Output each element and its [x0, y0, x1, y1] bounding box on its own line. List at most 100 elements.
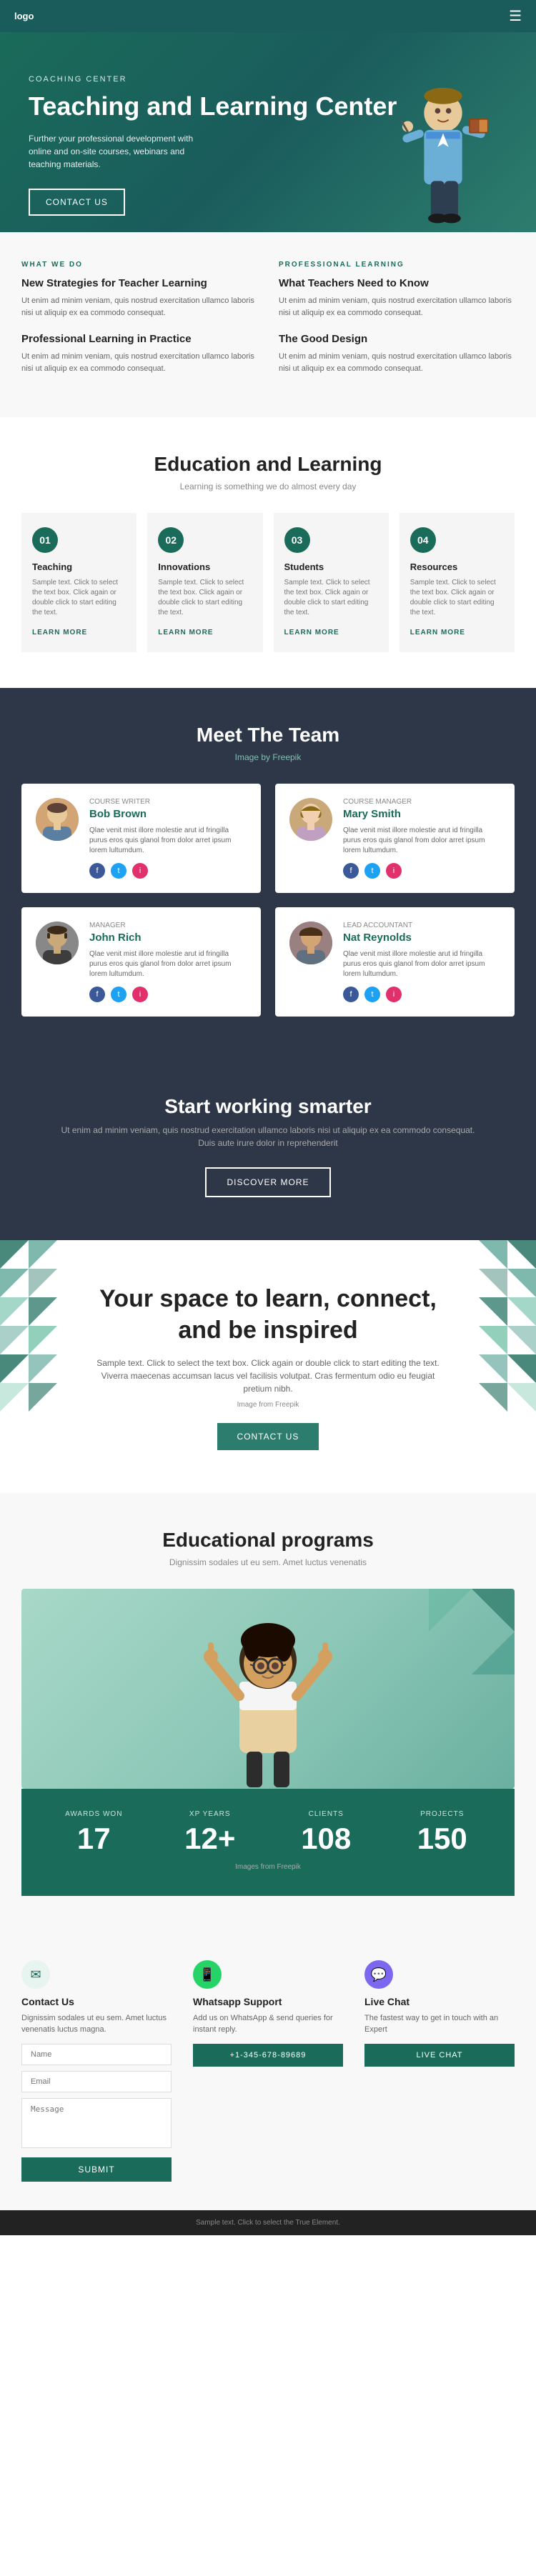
livechat-desc: The fastest way to get in touch with an …	[364, 2013, 515, 2035]
team-card-mary: COURSE MANAGER Mary Smith Qlae venit mis…	[275, 784, 515, 893]
wwd-desc-4: Ut enim ad minim veniam, quis nostrud ex…	[279, 351, 515, 374]
header: logo ☰	[0, 0, 536, 32]
contact-message-textarea[interactable]	[21, 2098, 172, 2148]
edu-card-4: 04 Resources Sample text. Click to selec…	[399, 513, 515, 652]
education-section: Education and Learning Learning is somet…	[0, 417, 536, 688]
team-name-mary: Mary Smith	[343, 808, 500, 820]
hero-description: Further your professional development wi…	[29, 132, 214, 171]
instagram-icon-bob[interactable]: i	[132, 863, 148, 879]
team-info-mary: COURSE MANAGER Mary Smith Qlae venit mis…	[343, 798, 500, 879]
discover-more-button[interactable]: DISCOVER MORE	[205, 1167, 330, 1197]
wwd-desc-1: Ut enim ad minim veniam, quis nostrud ex…	[21, 295, 257, 319]
wwd-title-1: New Strategies for Teacher Learning	[21, 277, 257, 289]
avatar-bob	[36, 798, 79, 841]
facebook-icon-bob[interactable]: f	[89, 863, 105, 879]
twitter-icon-nat[interactable]: t	[364, 987, 380, 1002]
inspire-desc: Sample text. Click to select the text bo…	[93, 1357, 443, 1395]
learn-more-2[interactable]: LEARN MORE	[158, 629, 213, 636]
inspire-title: Your space to learn, connect, and be ins…	[93, 1283, 443, 1346]
start-working-desc: Ut enim ad minim veniam, quis nostrud ex…	[57, 1124, 479, 1149]
team-icons-bob: f t i	[89, 863, 247, 879]
edu-num-1: 01	[32, 527, 58, 553]
wwd-title-2: What Teachers Need to Know	[279, 277, 515, 289]
facebook-icon-nat[interactable]: f	[343, 987, 359, 1002]
facebook-icon-john[interactable]: f	[89, 987, 105, 1002]
contact-section: ✉ Contact Us Dignissim sodales ut eu sem…	[0, 1932, 536, 2210]
avatar-john-svg	[36, 922, 79, 964]
logo: logo	[14, 11, 34, 21]
wwd-title-3: Professional Learning in Practice	[21, 333, 257, 345]
team-info-john: MANAGER John Rich Qlae venit mist illore…	[89, 922, 247, 1002]
team-name-bob: Bob Brown	[89, 808, 247, 820]
avatar-bob-svg	[36, 798, 79, 841]
contact-email-input[interactable]	[21, 2071, 172, 2092]
team-card-bob: COURSE WRITER Bob Brown Qlae venit mist …	[21, 784, 261, 893]
twitter-icon-mary[interactable]: t	[364, 863, 380, 879]
edu-card-title-4: Resources	[410, 561, 504, 572]
stat-projects-value: 150	[392, 1822, 494, 1856]
team-role-mary: COURSE MANAGER	[343, 798, 500, 806]
avatar-john	[36, 922, 79, 964]
team-info-nat: LEAD ACCOUNTANT Nat Reynolds Qlae venit …	[343, 922, 500, 1002]
whatsapp-desc: Add us on WhatsApp & send queries for in…	[193, 2013, 343, 2035]
learn-more-4[interactable]: LEARN MORE	[410, 629, 465, 636]
education-subtitle: Learning is something we do almost every…	[21, 481, 515, 491]
avatar-mary	[289, 798, 332, 841]
stats-image-label: Images from Freepik	[43, 1856, 493, 1874]
hero-cta-button[interactable]: CONTACT US	[29, 189, 125, 216]
stat-awards: AWARDS WON 17	[43, 1810, 145, 1856]
whatsapp-title: Whatsapp Support	[193, 1996, 343, 2007]
team-title: Meet The Team	[21, 724, 515, 747]
instagram-icon-mary[interactable]: i	[386, 863, 402, 879]
facebook-icon-mary[interactable]: f	[343, 863, 359, 879]
menu-icon[interactable]: ☰	[509, 7, 522, 25]
stats-grid: AWARDS WON 17 XP YEARS 12+ CLIENTS 108 P…	[43, 1810, 493, 1856]
stat-awards-label: AWARDS WON	[43, 1810, 145, 1818]
team-icons-nat: f t i	[343, 987, 500, 1002]
edu-programs-subtitle: Dignissim sodales ut eu sem. Amet luctus…	[21, 1557, 515, 1567]
team-card-nat: LEAD ACCOUNTANT Nat Reynolds Qlae venit …	[275, 907, 515, 1017]
stat-clients-label: CLIENTS	[275, 1810, 377, 1818]
learn-more-1[interactable]: LEARN MORE	[32, 629, 87, 636]
what-we-do-left: WHAT WE DO New Strategies for Teacher Le…	[21, 261, 257, 389]
avatar-mary-svg	[289, 798, 332, 841]
program-person-svg	[189, 1589, 347, 1789]
footer: Sample text. Click to select the True El…	[0, 2210, 536, 2235]
stat-projects: PROJECTS 150	[392, 1810, 494, 1856]
avatar-nat-svg	[289, 922, 332, 964]
edu-card-3: 03 Students Sample text. Click to select…	[274, 513, 389, 652]
right-triangle-svg	[479, 1240, 536, 1526]
contact-name-input[interactable]	[21, 2044, 172, 2065]
whatsapp-button[interactable]: +1-345-678-89689	[193, 2044, 343, 2067]
team-grid: COURSE WRITER Bob Brown Qlae venit mist …	[21, 784, 515, 1017]
inspire-contact-button[interactable]: CONTACT US	[217, 1423, 319, 1450]
hero-section: COACHING CENTER Teaching and Learning Ce…	[0, 32, 536, 232]
inspire-content: Your space to learn, connect, and be ins…	[29, 1283, 507, 1450]
livechat-icon: 💬	[364, 1960, 393, 1989]
submit-button[interactable]: SUBMIT	[21, 2157, 172, 2182]
edu-card-title-2: Innovations	[158, 561, 252, 572]
livechat-button[interactable]: LIVE CHAT	[364, 2044, 515, 2067]
left-triangles	[0, 1240, 57, 1493]
team-name-nat: Nat Reynolds	[343, 932, 500, 944]
education-cards: 01 Teaching Sample text. Click to select…	[21, 513, 515, 652]
what-we-do-right: PROFESSIONAL LEARNING What Teachers Need…	[279, 261, 515, 389]
learn-more-3[interactable]: LEARN MORE	[284, 629, 339, 636]
inspire-img-label: Image from Freepik	[93, 1401, 443, 1409]
programs-bg	[21, 1589, 515, 1789]
start-working-section: Start working smarter Ut enim ad minim v…	[0, 1052, 536, 1240]
twitter-icon-bob[interactable]: t	[111, 863, 126, 879]
team-role-bob: COURSE WRITER	[89, 798, 247, 806]
team-role-nat: LEAD ACCOUNTANT	[343, 922, 500, 929]
edu-programs-section: Educational programs Dignissim sodales u…	[0, 1493, 536, 1932]
edu-card-title-1: Teaching	[32, 561, 126, 572]
twitter-icon-john[interactable]: t	[111, 987, 126, 1002]
instagram-icon-nat[interactable]: i	[386, 987, 402, 1002]
team-icons-mary: f t i	[343, 863, 500, 879]
stat-years: XP YEARS 12+	[159, 1810, 262, 1856]
programs-triangles	[429, 1589, 515, 1674]
what-we-do-section: WHAT WE DO New Strategies for Teacher Le…	[0, 232, 536, 417]
instagram-icon-john[interactable]: i	[132, 987, 148, 1002]
team-desc-bob: Qlae venit mist illore molestie arut id …	[89, 826, 247, 856]
edu-card-1: 01 Teaching Sample text. Click to select…	[21, 513, 137, 652]
